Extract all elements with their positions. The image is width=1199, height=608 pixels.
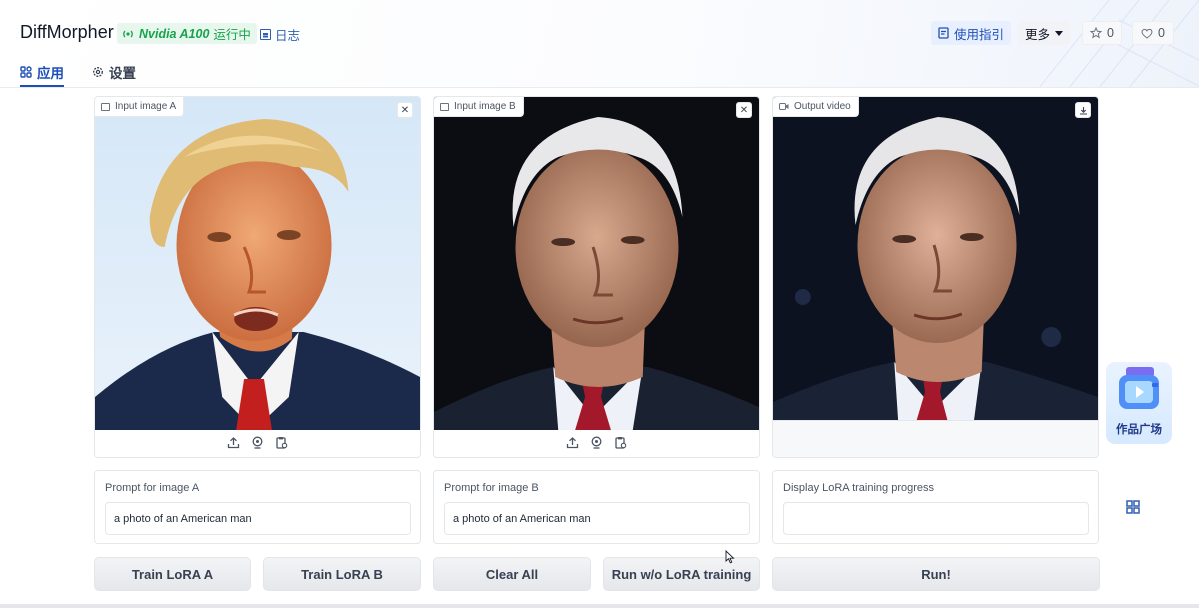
- gallery-widget[interactable]: 作品广场: [1106, 362, 1172, 444]
- lora-progress-field[interactable]: [783, 502, 1089, 535]
- guide-label: 使用指引: [954, 27, 1005, 42]
- prompt-b-label: Prompt for image B: [444, 482, 539, 494]
- download-video-button[interactable]: [1075, 102, 1091, 118]
- close-icon: ✕: [400, 104, 410, 116]
- gear-icon: [93, 67, 103, 77]
- more-dropdown[interactable]: 更多: [1018, 21, 1071, 45]
- log-icon: [260, 29, 271, 40]
- input-image-a-label-text: Input image A: [115, 101, 177, 112]
- tab-bar: 应用 设置: [20, 58, 136, 87]
- download-icon: [1079, 106, 1087, 115]
- signal-icon: [123, 30, 133, 37]
- guide-icon: [938, 27, 949, 39]
- prompt-b-block: Prompt for image B: [433, 470, 760, 544]
- prompt-a-label: Prompt for image A: [105, 482, 200, 494]
- paste-icon[interactable]: [275, 436, 288, 449]
- gpu-status-badge: Nvidia A100 运行中: [117, 23, 257, 44]
- apps-icon: [20, 66, 32, 78]
- portrait-image-a: [95, 97, 420, 430]
- upload-icon[interactable]: [566, 436, 579, 449]
- train-lora-a-button[interactable]: Train LoRA A: [94, 557, 251, 591]
- image-icon: [101, 102, 110, 111]
- output-video-frame[interactable]: [773, 97, 1098, 422]
- gallery-label: 作品广场: [1116, 424, 1162, 436]
- output-video-label: Output video: [773, 97, 859, 117]
- image-icon: [440, 102, 449, 111]
- like-count: 0: [1158, 26, 1165, 40]
- image-b-toolbar: [434, 428, 759, 457]
- run-button[interactable]: Run!: [772, 557, 1100, 591]
- input-image-a-label: Input image A: [95, 97, 185, 117]
- grid-icon[interactable]: [1126, 500, 1140, 514]
- mouse-cursor-icon: [725, 550, 735, 564]
- tab-settings-label: 设置: [109, 66, 136, 81]
- star-count: 0: [1107, 26, 1114, 40]
- upload-icon[interactable]: [227, 436, 240, 449]
- output-video-label-text: Output video: [794, 101, 851, 112]
- clear-image-b-button[interactable]: ✕: [736, 102, 752, 118]
- heart-icon: [1141, 28, 1153, 39]
- like-button[interactable]: 0: [1132, 21, 1174, 45]
- log-link[interactable]: 日志: [260, 25, 300, 44]
- paste-icon[interactable]: [614, 436, 627, 449]
- output-video-footer: [773, 420, 1098, 457]
- gpu-name: Nvidia A100: [139, 26, 210, 41]
- prompt-a-input[interactable]: [105, 502, 411, 535]
- input-image-a-panel[interactable]: Input image A ✕: [94, 96, 421, 458]
- clear-image-a-button[interactable]: ✕: [397, 102, 413, 118]
- star-icon: [1090, 27, 1102, 39]
- star-button[interactable]: 0: [1082, 21, 1122, 45]
- video-icon: [779, 103, 789, 110]
- app-header: DiffMorpher Nvidia A100 运行中 日志 应用 设置 使用指…: [0, 0, 1199, 88]
- portrait-image-b: [434, 97, 759, 430]
- close-icon: ✕: [739, 104, 749, 116]
- webcam-icon[interactable]: [590, 436, 603, 449]
- prompt-b-input[interactable]: [444, 502, 750, 535]
- guide-button[interactable]: 使用指引: [931, 21, 1012, 45]
- lora-progress-block: Display LoRA training progress: [772, 470, 1099, 544]
- log-label: 日志: [275, 29, 301, 43]
- clear-all-button[interactable]: Clear All: [433, 557, 591, 591]
- output-video-panel[interactable]: Output video: [772, 96, 1099, 458]
- more-label: 更多: [1025, 27, 1051, 42]
- gpu-status: 运行中: [213, 28, 251, 42]
- tab-app[interactable]: 应用: [20, 58, 64, 87]
- gallery-tv-icon: [1119, 367, 1159, 409]
- prompt-a-block: Prompt for image A: [94, 470, 421, 544]
- run-without-lora-button[interactable]: Run w/o LoRA training: [603, 557, 760, 591]
- lora-progress-label: Display LoRA training progress: [783, 482, 935, 494]
- tab-app-label: 应用: [37, 66, 64, 81]
- chevron-down-icon: [1055, 30, 1064, 36]
- tab-settings[interactable]: 设置: [92, 58, 136, 86]
- input-image-b-label-text: Input image B: [454, 101, 516, 112]
- image-a-toolbar: [95, 428, 420, 457]
- webcam-icon[interactable]: [251, 436, 264, 449]
- app-title: DiffMorpher: [20, 22, 114, 42]
- train-lora-b-button[interactable]: Train LoRA B: [263, 557, 421, 591]
- input-image-b-label: Input image B: [434, 97, 524, 117]
- input-image-b-panel[interactable]: Input image B ✕: [433, 96, 760, 458]
- bottom-scroll-edge: [0, 604, 1199, 608]
